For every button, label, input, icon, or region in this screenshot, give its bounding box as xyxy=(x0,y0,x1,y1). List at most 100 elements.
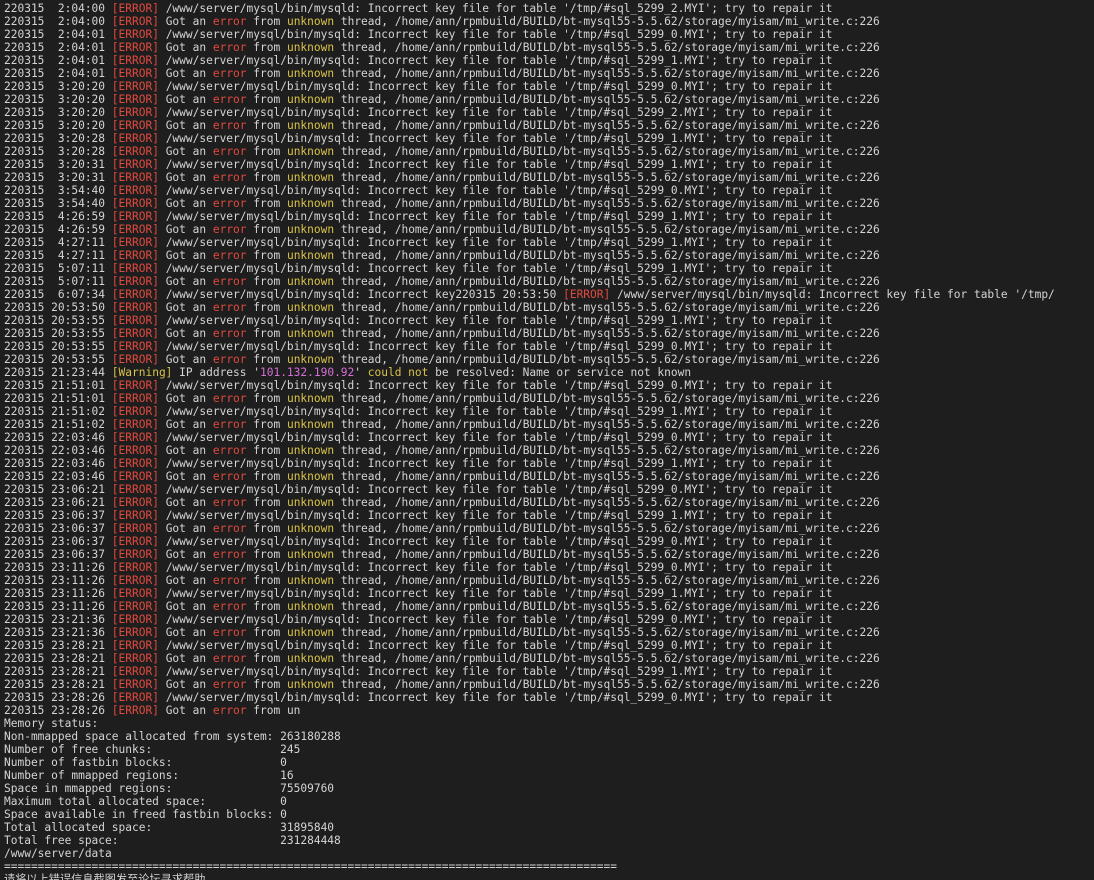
log-message: from xyxy=(246,301,287,314)
log-message: Got an xyxy=(158,301,213,314)
log-message: from xyxy=(246,223,287,236)
log-line: 220315 2:04:01 [ERROR] Got an error from… xyxy=(4,41,1094,54)
log-line: 220315 2:04:01 [ERROR] /www/server/mysql… xyxy=(4,28,1094,41)
error-tag: [ERROR] xyxy=(111,665,159,678)
log-timestamp: 220315 4:27:11 xyxy=(4,249,106,262)
unknown-word: unknown xyxy=(286,93,335,106)
error-word: error xyxy=(212,171,247,184)
log-message: thread, /home/ann/rpmbuild/BUILD/bt-mysq… xyxy=(334,15,880,28)
log-line: 220315 3:20:20 [ERROR] /www/server/mysql… xyxy=(4,106,1094,119)
error-tag: [ERROR] xyxy=(111,210,159,223)
log-message: /www/server/mysql/bin/mysqld: Incorrect … xyxy=(158,431,671,444)
log-text: Number of mmapped regions: 16 xyxy=(4,769,294,782)
log-line: 220315 22:03:46 [ERROR] Got an error fro… xyxy=(4,470,1094,483)
log-line: 220315 23:28:21 [ERROR] /www/server/mysq… xyxy=(4,639,1094,652)
error-tag: [ERROR] xyxy=(111,496,159,509)
log-line: 220315 23:11:26 [ERROR] Got an error fro… xyxy=(4,574,1094,587)
table-suffix: 1 xyxy=(670,587,678,600)
unknown-word: unknown xyxy=(286,197,335,210)
log-timestamp: 220315 22:03:46 xyxy=(4,470,106,483)
log-timestamp: 220315 23:28:21 xyxy=(4,652,106,665)
log-timestamp: 220315 23:28:21 xyxy=(4,678,106,691)
table-suffix: 1 xyxy=(670,665,678,678)
log-line: Total free space: 231284448 xyxy=(4,834,1094,847)
error-tag: [ERROR] xyxy=(111,236,159,249)
error-tag: [ERROR] xyxy=(111,67,159,80)
error-word: error xyxy=(212,470,247,483)
log-message: .MYI'; try to repair it xyxy=(677,314,833,327)
log-line: Number of fastbin blocks: 0 xyxy=(4,756,1094,769)
table-suffix: 0 xyxy=(670,613,678,626)
unknown-word: unknown xyxy=(286,548,335,561)
log-message: .MYI'; try to repair it xyxy=(677,2,833,15)
log-timestamp: 220315 23:06:37 xyxy=(4,548,106,561)
error-tag: [ERROR] xyxy=(111,54,159,67)
log-line: 220315 21:51:02 [ERROR] /www/server/mysq… xyxy=(4,405,1094,418)
unknown-word: unknown xyxy=(286,626,335,639)
log-message: /www/server/mysql/bin/mysqld: Incorrect … xyxy=(158,379,671,392)
log-message: thread, /home/ann/rpmbuild/BUILD/bt-mysq… xyxy=(334,678,880,691)
log-timestamp: 220315 23:28:26 xyxy=(4,704,106,717)
log-timestamp: 220315 2:04:01 xyxy=(4,28,106,41)
table-suffix: 0 xyxy=(670,483,678,496)
log-message: Got an xyxy=(158,418,213,431)
log-message: from xyxy=(246,119,287,132)
could-not-text: could not xyxy=(367,366,429,379)
log-timestamp: 220315 23:06:37 xyxy=(4,522,106,535)
error-tag: [ERROR] xyxy=(111,639,159,652)
terminal-output[interactable]: 220315 2:04:00 [ERROR] /www/server/mysql… xyxy=(0,0,1094,880)
unknown-word: unknown xyxy=(286,249,335,262)
log-message: thread, /home/ann/rpmbuild/BUILD/bt-mysq… xyxy=(334,301,880,314)
error-tag: [ERROR] xyxy=(111,340,159,353)
log-message: from xyxy=(246,275,287,288)
error-word: error xyxy=(212,327,247,340)
log-message: thread, /home/ann/rpmbuild/BUILD/bt-mysq… xyxy=(334,600,880,613)
log-message: thread, /home/ann/rpmbuild/BUILD/bt-mysq… xyxy=(334,145,880,158)
log-message: from xyxy=(246,444,287,457)
log-message: from xyxy=(246,197,287,210)
log-message: from xyxy=(246,145,287,158)
log-message: from xyxy=(246,327,287,340)
log-timestamp: 220315 4:26:59 xyxy=(4,223,106,236)
log-timestamp: 220315 3:20:20 xyxy=(4,119,106,132)
unknown-word: unknown xyxy=(286,41,335,54)
log-message: .MYI'; try to repair it xyxy=(677,158,833,171)
log-message: thread, /home/ann/rpmbuild/BUILD/bt-mysq… xyxy=(334,496,880,509)
log-message: /www/server/mysql/bin/mysqld: Incorrect … xyxy=(158,262,671,275)
log-message: from xyxy=(246,522,287,535)
log-message: .MYI'; try to repair it xyxy=(677,80,833,93)
error-tag: [ERROR] xyxy=(111,457,159,470)
unknown-word: unknown xyxy=(286,145,335,158)
log-line: 220315 22:03:46 [ERROR] Got an error fro… xyxy=(4,444,1094,457)
log-timestamp: 220315 22:03:46 xyxy=(4,444,106,457)
log-line: 220315 3:20:28 [ERROR] /www/server/mysql… xyxy=(4,132,1094,145)
log-timestamp: 220315 5:07:11 xyxy=(4,262,106,275)
log-line: Number of mmapped regions: 16 xyxy=(4,769,1094,782)
log-line: 请将以上错误信息截图发至论坛寻求帮助 xyxy=(4,873,1094,880)
log-message: from xyxy=(246,171,287,184)
log-message: /www/server/mysql/bin/mysqld: Incorrect … xyxy=(158,613,671,626)
log-timestamp: 220315 23:06:37 xyxy=(4,535,106,548)
log-message: be resolved: Name or service not known xyxy=(428,366,692,379)
log-timestamp: 220315 22:03:46 xyxy=(4,457,106,470)
log-line: 220315 6:07:34 [ERROR] /www/server/mysql… xyxy=(4,288,1094,301)
ip-address: 101.132.190.92 xyxy=(259,366,355,379)
table-suffix: 1 xyxy=(670,457,678,470)
log-message: thread, /home/ann/rpmbuild/BUILD/bt-mysq… xyxy=(334,223,880,236)
log-text: ========================================… xyxy=(4,860,617,873)
log-line: 220315 4:27:11 [ERROR] Got an error from… xyxy=(4,249,1094,262)
log-timestamp: 220315 21:51:02 xyxy=(4,418,106,431)
log-line: 220315 21:51:01 [ERROR] /www/server/mysq… xyxy=(4,379,1094,392)
log-line: 220315 22:03:46 [ERROR] /www/server/mysq… xyxy=(4,431,1094,444)
error-tag: [ERROR] xyxy=(111,353,159,366)
error-tag: [ERROR] xyxy=(111,314,159,327)
log-message: thread, /home/ann/rpmbuild/BUILD/bt-mysq… xyxy=(334,119,880,132)
log-message: .MYI'; try to repair it xyxy=(677,28,833,41)
log-line: 220315 23:11:26 [ERROR] Got an error fro… xyxy=(4,600,1094,613)
log-message: /www/server/mysql/bin/mysqld: Incorrect … xyxy=(158,132,671,145)
log-line: 220315 3:20:31 [ERROR] /www/server/mysql… xyxy=(4,158,1094,171)
log-line: Non-mmapped space allocated from system:… xyxy=(4,730,1094,743)
log-timestamp: 220315 6:07:34 xyxy=(4,288,106,301)
error-tag: [ERROR] xyxy=(111,691,159,704)
error-tag: [ERROR] xyxy=(111,41,159,54)
